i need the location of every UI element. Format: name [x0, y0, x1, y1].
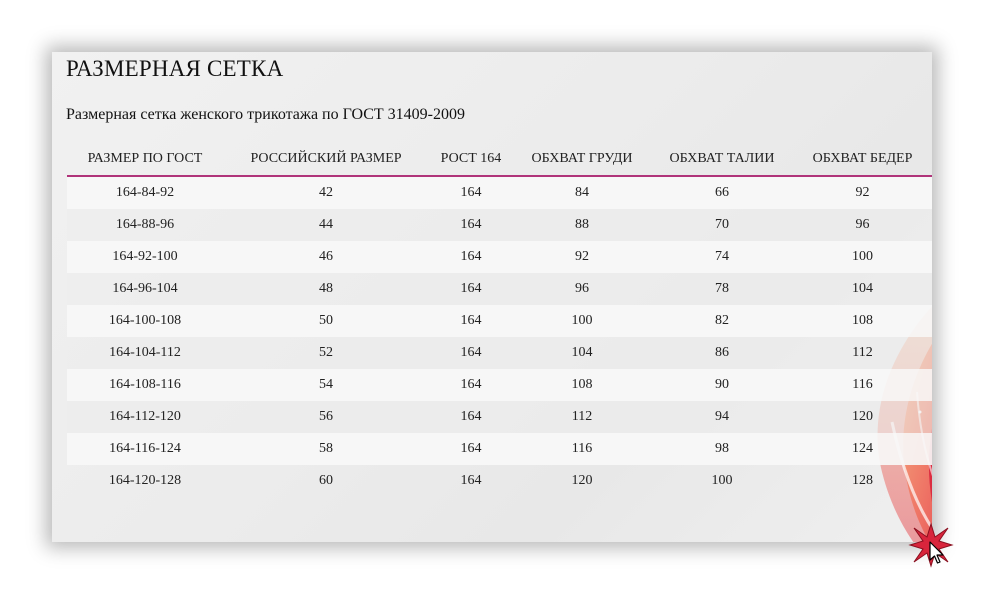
click-burst-icon — [908, 522, 954, 568]
cell-height: 164 — [429, 401, 513, 433]
cell-gost-size: 164-88-96 — [67, 209, 223, 241]
cell-hips: 100 — [793, 241, 932, 273]
cell-russian-size: 42 — [223, 176, 429, 209]
cell-chest: 100 — [513, 305, 651, 337]
cell-hips: 104 — [793, 273, 932, 305]
cell-hips: 96 — [793, 209, 932, 241]
table-row: 164-84-92 42 164 84 66 92 — [67, 176, 932, 209]
cell-waist: 74 — [651, 241, 793, 273]
cell-waist: 100 — [711, 473, 733, 488]
table-row: 164-100-108 50 164 100 82 108 — [67, 305, 932, 337]
table-row: 164-96-104 48 164 96 78 104 — [67, 273, 932, 305]
cell-chest: 96 — [513, 273, 651, 305]
cell-gost-size: 164-92-100 — [67, 241, 223, 273]
cell-height: 164 — [429, 209, 513, 241]
table-row: 164-116-124 58 164 116 98 124 — [67, 433, 932, 465]
column-header-russian-size: РОССИЙСКИЙ РАЗМЕР — [223, 142, 429, 177]
cell-height: 164 — [429, 176, 513, 209]
size-table: РАЗМЕР ПО ГОСТ РОССИЙСКИЙ РАЗМЕР РОСТ 16… — [67, 142, 932, 497]
cell-hips: 120 — [793, 401, 932, 433]
cell-waist: 86 — [651, 337, 793, 369]
table-row: 164-88-96 44 164 88 70 96 — [67, 209, 932, 241]
column-header-gost-size: РАЗМЕР ПО ГОСТ — [67, 142, 223, 177]
cell-russian-size: 54 — [223, 369, 429, 401]
table-row: 164-104-112 52 164 104 86 112 — [67, 337, 932, 369]
column-header-waist: ОБХВАТ ТАЛИИ — [651, 142, 793, 177]
column-header-chest: ОБХВАТ ГРУДИ — [513, 142, 651, 177]
table-row: 164-112-120 56 164 112 94 120 — [67, 401, 932, 433]
cell-russian-size: 60 — [319, 473, 333, 488]
cell-height: 164 — [429, 273, 513, 305]
cell-hips: 112 — [793, 337, 932, 369]
cell-hips: 108 — [793, 305, 932, 337]
cell-chest: 104 — [513, 337, 651, 369]
cell-gost-size: 164-108-116 — [67, 369, 223, 401]
cell-russian-size: 46 — [223, 241, 429, 273]
cell-chest: 88 — [513, 209, 651, 241]
page-subtitle: Размерная сетка женского трикотажа по ГО… — [66, 106, 465, 123]
cell-height: 164 — [429, 337, 513, 369]
cell-chest: 84 — [513, 176, 651, 209]
cell-hips: 92 — [793, 176, 932, 209]
cell-hips: 124 — [793, 433, 932, 465]
cell-waist: 70 — [651, 209, 793, 241]
cell-russian-size: 52 — [223, 337, 429, 369]
cell-gost-size: 164-84-92 — [67, 176, 223, 209]
cell-height: 164 — [429, 305, 513, 337]
cell-waist: 82 — [651, 305, 793, 337]
column-header-hips: ОБХВАТ БЕДЕР — [793, 142, 932, 177]
cell-gost-size: 164-120-128 — [108, 473, 182, 488]
size-chart-panel: РАЗМЕРНАЯ СЕТКА Размерная сетка женского… — [52, 52, 932, 542]
table-row: 164-108-116 54 164 108 90 116 — [67, 369, 932, 401]
cell-hips: 116 — [793, 369, 932, 401]
cell-chest: 116 — [513, 433, 651, 465]
cell-gost-size: 164-112-120 — [67, 401, 223, 433]
cell-russian-size: 48 — [223, 273, 429, 305]
cell-gost-size: 164-96-104 — [67, 273, 223, 305]
cell-chest: 120 — [571, 473, 593, 488]
cell-waist: 94 — [651, 401, 793, 433]
cell-chest: 92 — [513, 241, 651, 273]
cell-russian-size: 44 — [223, 209, 429, 241]
cell-waist: 78 — [651, 273, 793, 305]
cell-gost-size: 164-116-124 — [67, 433, 223, 465]
cell-height: 164 — [429, 241, 513, 273]
cell-waist: 66 — [651, 176, 793, 209]
cell-height: 164 — [429, 369, 513, 401]
cell-height: 164 — [460, 473, 482, 488]
cell-waist: 98 — [651, 433, 793, 465]
table-header-row: РАЗМЕР ПО ГОСТ РОССИЙСКИЙ РАЗМЕР РОСТ 16… — [67, 142, 932, 177]
cell-gost-size: 164-100-108 — [67, 305, 223, 337]
column-header-height: РОСТ 164 — [429, 142, 513, 177]
cell-gost-size: 164-104-112 — [67, 337, 223, 369]
cell-chest: 108 — [513, 369, 651, 401]
cell-waist: 90 — [651, 369, 793, 401]
table-row: 164-120-128 60 164 120 100 128 — [67, 465, 932, 497]
cell-russian-size: 56 — [223, 401, 429, 433]
cell-russian-size: 50 — [223, 305, 429, 337]
cell-chest: 112 — [513, 401, 651, 433]
table-row: 164-92-100 46 164 92 74 100 — [67, 241, 932, 273]
cell-russian-size: 58 — [223, 433, 429, 465]
cell-hips: 128 — [852, 473, 873, 488]
cell-height: 164 — [429, 433, 513, 465]
page-title: РАЗМЕРНАЯ СЕТКА — [66, 56, 284, 81]
